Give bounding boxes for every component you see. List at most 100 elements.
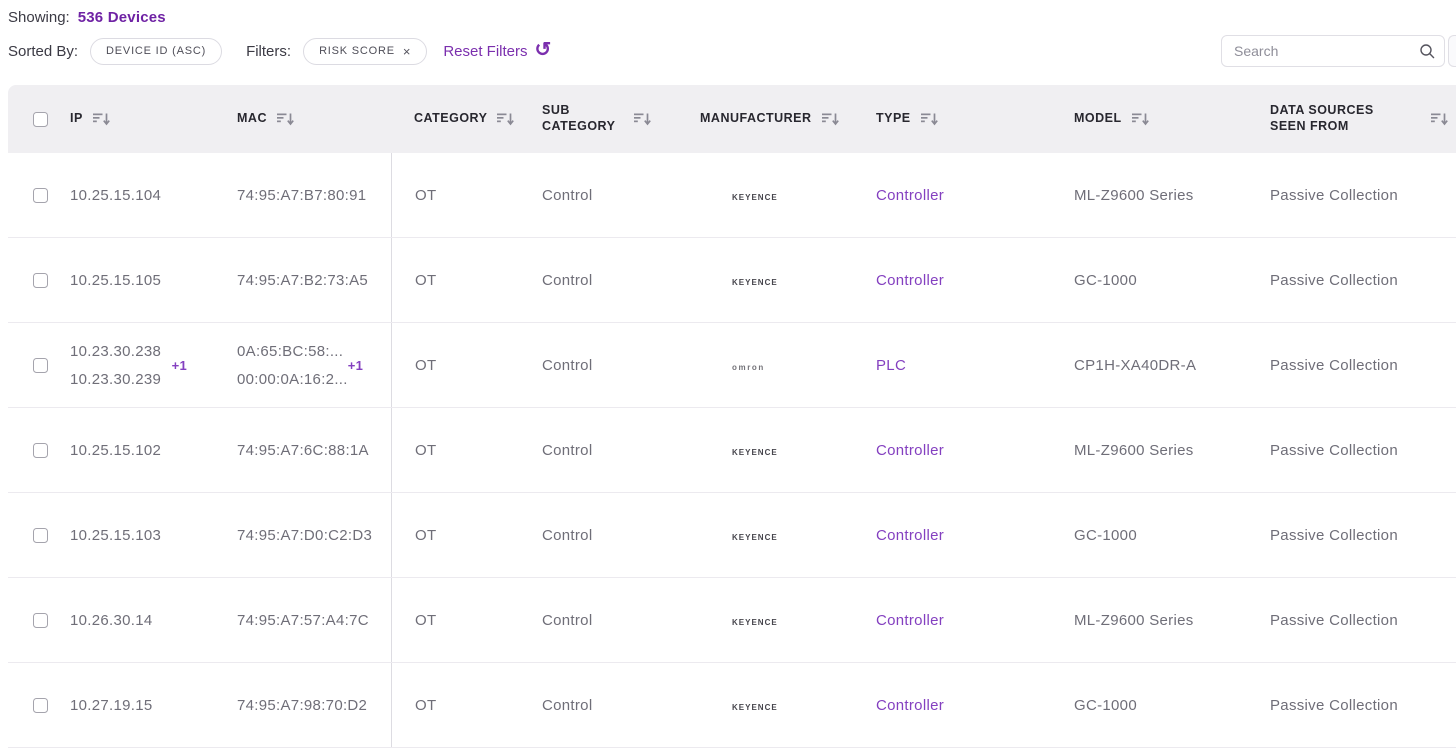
cell-category: OT	[391, 238, 542, 322]
remove-filter-icon[interactable]: ×	[403, 44, 411, 59]
model-value: GC-1000	[1074, 697, 1137, 714]
column-label-model: MODEL	[1074, 111, 1122, 127]
cell-mac: 74:95:A7:6C:88:1A	[237, 442, 391, 459]
cell-category: OT	[391, 323, 542, 407]
cell-category: OT	[391, 493, 542, 577]
filter-chip-label: RISK SCORE	[319, 45, 395, 57]
sort-icon[interactable]	[277, 112, 294, 126]
row-checkbox[interactable]	[33, 273, 48, 288]
cell-manufacturer: KEYENCE	[700, 527, 876, 544]
sort-chip[interactable]: DEVICE ID (ASC)	[90, 38, 222, 65]
value-line: 74:95:A7:57:A4:7C	[237, 612, 369, 629]
category-value: OT	[415, 697, 436, 714]
type-link[interactable]: Controller	[876, 612, 944, 629]
manufacturer-logo: OMRON	[732, 363, 765, 372]
table-body: 10.25.15.104 74:95:A7:B7:80:91 OT Contro…	[8, 153, 1456, 748]
value-line: 10.23.30.239	[70, 371, 161, 388]
sort-icon[interactable]	[921, 112, 938, 126]
showing-bar: Showing: 536 Devices	[8, 6, 166, 28]
data-sources-value: Passive Collection	[1270, 357, 1398, 374]
cell-data-sources: Passive Collection	[1270, 527, 1456, 544]
category-value: OT	[415, 187, 436, 204]
cell-data-sources: Passive Collection	[1270, 612, 1456, 629]
ip-more-badge[interactable]: +1	[172, 358, 187, 373]
type-link[interactable]: PLC	[876, 357, 906, 374]
header-cell-sub-category: SUB CATEGORY	[542, 103, 700, 134]
manufacturer-logo: KEYENCE	[732, 278, 778, 287]
manufacturer-logo: KEYENCE	[732, 533, 778, 542]
category-value: OT	[415, 612, 436, 629]
sub-category-value: Control	[542, 612, 592, 629]
table-row[interactable]: 10.25.15.104 74:95:A7:B7:80:91 OT Contro…	[8, 153, 1456, 238]
sort-icon[interactable]	[1132, 112, 1149, 126]
type-link[interactable]: Controller	[876, 527, 944, 544]
mac-more-badge[interactable]: +1	[348, 358, 363, 373]
cell-category: OT	[391, 578, 542, 662]
table-row[interactable]: 10.26.30.14 74:95:A7:57:A4:7C OT Control…	[8, 578, 1456, 663]
ip-values: 10.25.15.104	[70, 187, 161, 204]
search-input[interactable]	[1221, 35, 1445, 67]
cell-type: Controller	[876, 612, 1074, 629]
row-checkbox[interactable]	[33, 358, 48, 373]
cell-select	[8, 273, 70, 288]
cell-mac: 74:95:A7:57:A4:7C	[237, 612, 391, 629]
cell-ip: 10.25.15.103	[70, 527, 237, 544]
mac-values: 74:95:A7:B2:73:A5	[237, 272, 368, 289]
cell-select	[8, 613, 70, 628]
table-row[interactable]: 10.25.15.103 74:95:A7:D0:C2:D3 OT Contro…	[8, 493, 1456, 578]
value-line: 74:95:A7:B7:80:91	[237, 187, 366, 204]
row-checkbox[interactable]	[33, 528, 48, 543]
sort-icon[interactable]	[822, 112, 839, 126]
column-label-mac: MAC	[237, 111, 267, 127]
sub-category-value: Control	[542, 442, 592, 459]
type-link[interactable]: Controller	[876, 272, 944, 289]
ip-values: 10.25.15.102	[70, 442, 161, 459]
table-row[interactable]: 10.25.15.105 74:95:A7:B2:73:A5 OT Contro…	[8, 238, 1456, 323]
type-link[interactable]: Controller	[876, 187, 944, 204]
reset-filters-link[interactable]: Reset Filters ↺	[443, 41, 551, 61]
column-label-ip: IP	[70, 111, 83, 127]
cell-type: Controller	[876, 187, 1074, 204]
header-cell-ip: IP	[70, 111, 237, 127]
table-row[interactable]: 10.27.19.15 74:95:A7:98:70:D2 OT Control…	[8, 663, 1456, 748]
sub-category-value: Control	[542, 187, 592, 204]
cell-mac: 74:95:A7:B7:80:91	[237, 187, 391, 204]
header-cell-category: CATEGORY	[391, 111, 542, 127]
sort-icon[interactable]	[1431, 112, 1448, 126]
row-checkbox[interactable]	[33, 698, 48, 713]
table-row[interactable]: 10.23.30.23810.23.30.239 +1 0A:65:BC:58:…	[8, 323, 1456, 408]
row-checkbox[interactable]	[33, 613, 48, 628]
sort-icon[interactable]	[497, 112, 514, 126]
row-checkbox[interactable]	[33, 443, 48, 458]
category-value: OT	[415, 442, 436, 459]
select-all-checkbox[interactable]	[33, 112, 48, 127]
cell-manufacturer: KEYENCE	[700, 697, 876, 714]
cell-mac: 74:95:A7:98:70:D2	[237, 697, 391, 714]
cell-type: Controller	[876, 697, 1074, 714]
ip-values: 10.26.30.14	[70, 612, 153, 629]
value-line: 0A:65:BC:58:...	[237, 343, 348, 360]
table-row[interactable]: 10.25.15.102 74:95:A7:6C:88:1A OT Contro…	[8, 408, 1456, 493]
filter-chip-risk-score[interactable]: RISK SCORE ×	[303, 38, 427, 65]
sort-icon[interactable]	[93, 112, 110, 126]
type-link[interactable]: Controller	[876, 697, 944, 714]
reset-icon: ↺	[535, 40, 552, 60]
value-line: 10.27.19.15	[70, 697, 153, 714]
data-sources-value: Passive Collection	[1270, 187, 1398, 204]
data-sources-value: Passive Collection	[1270, 442, 1398, 459]
cell-data-sources: Passive Collection	[1270, 272, 1456, 289]
value-line: 10.26.30.14	[70, 612, 153, 629]
sort-icon[interactable]	[634, 112, 651, 126]
type-link[interactable]: Controller	[876, 442, 944, 459]
device-count: 536 Devices	[78, 9, 166, 26]
cell-manufacturer: OMRON	[700, 357, 876, 374]
row-checkbox[interactable]	[33, 188, 48, 203]
value-line: 10.25.15.104	[70, 187, 161, 204]
manufacturer-logo: KEYENCE	[732, 193, 778, 202]
cell-model: ML-Z9600 Series	[1074, 612, 1270, 629]
adjacent-panel-edge	[1448, 35, 1456, 67]
manufacturer-logo: KEYENCE	[732, 703, 778, 712]
value-line: 00:00:0A:16:2...	[237, 371, 348, 388]
cell-select	[8, 358, 70, 373]
cell-data-sources: Passive Collection	[1270, 187, 1456, 204]
